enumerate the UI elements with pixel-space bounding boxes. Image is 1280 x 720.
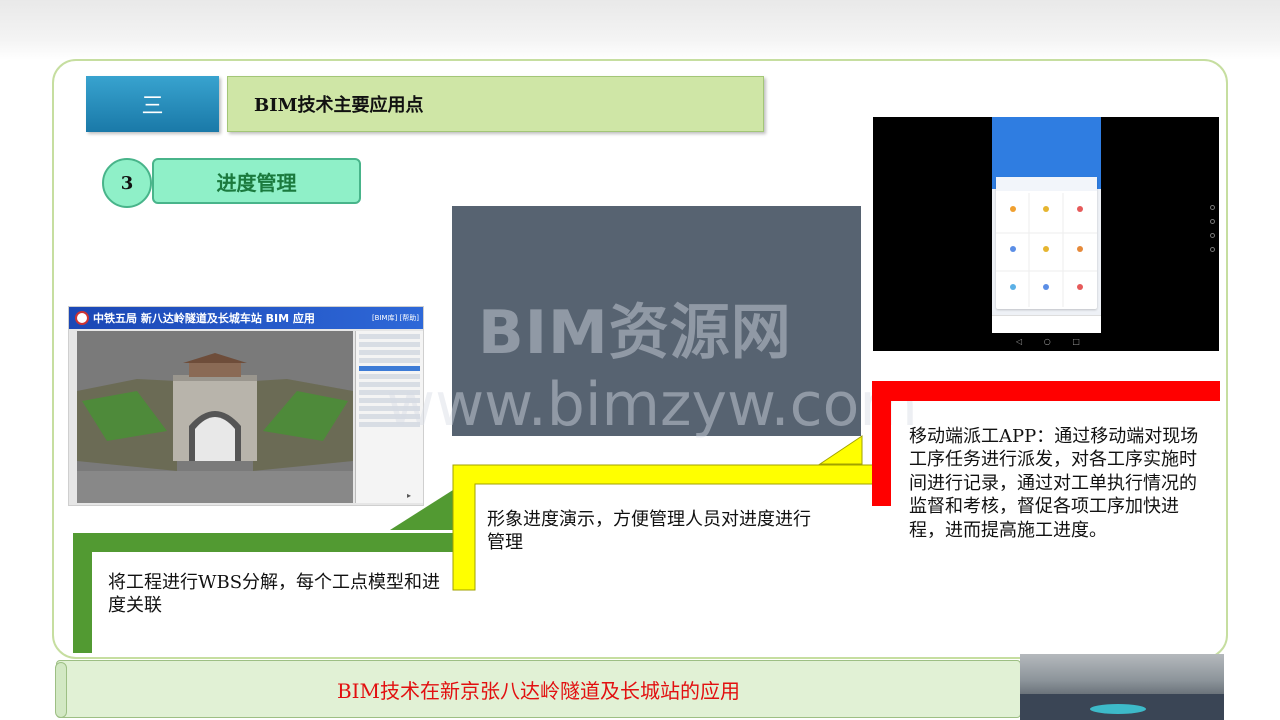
control-room-photo	[1020, 654, 1224, 720]
description-mobile-app: 移动端派工APP：通过移动端对现场工序任务进行派发，对各工序实施时间进行记录，通…	[909, 426, 1199, 541]
green-step-ramp	[390, 490, 453, 530]
description-progress-demo: 形象进度演示，方便管理人员对进度进行管理	[487, 509, 811, 554]
scroll-curl-decoration	[55, 662, 67, 718]
banner-text: BIM技术在新京张八达岭隧道及长城站的应用	[336, 678, 741, 703]
description-wbs: 将工程进行WBS分解，每个工点模型和进度关联	[108, 572, 441, 617]
bottom-banner: BIM技术在新京张八达岭隧道及长城站的应用	[56, 660, 1021, 718]
yellow-step-ramp	[818, 435, 863, 465]
